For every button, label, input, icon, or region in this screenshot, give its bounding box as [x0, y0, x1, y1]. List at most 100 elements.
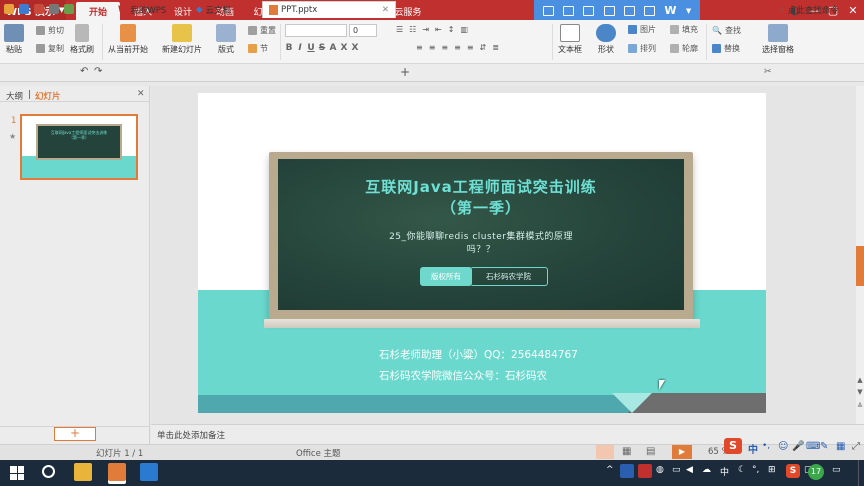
scroll-up-icon[interactable]: ▲	[856, 376, 864, 384]
sorter-view-icon[interactable]: ▦	[622, 446, 631, 457]
vertical-scrollbar[interactable]: ▲ ▼ ≙	[856, 86, 864, 424]
align-right-icon[interactable]: ≡	[441, 43, 448, 52]
arrange-button[interactable]: 排列	[628, 43, 656, 54]
print-icon[interactable]	[49, 4, 59, 14]
bullets-icon[interactable]: ☰	[396, 25, 403, 34]
cloud-icon[interactable]: ☁	[702, 465, 711, 475]
sogou-ime-icon[interactable]: S	[724, 438, 742, 454]
tray-expand-icon[interactable]: ^	[606, 465, 614, 475]
search-command[interactable]: ⌕ 点此查找命令	[774, 1, 845, 18]
section-button[interactable]: 节	[248, 43, 268, 54]
replace-button[interactable]: 替换	[712, 43, 740, 54]
bold-button[interactable]: B	[284, 43, 294, 53]
underline-button[interactable]: U	[306, 43, 316, 53]
find-button[interactable]: 🔍 查找	[712, 25, 741, 36]
picture-button[interactable]: 图片	[628, 24, 656, 35]
skin-brush-icon[interactable]: ✎	[820, 441, 828, 452]
textbox-button[interactable]: 文本框	[558, 24, 582, 55]
redo-icon[interactable]: ↷	[94, 66, 102, 77]
font-size-select[interactable]: 0	[349, 24, 377, 37]
reading-view-icon[interactable]: ▤	[646, 446, 655, 457]
direction-icon[interactable]: ⇵	[480, 43, 487, 52]
wps-tray-icon[interactable]	[620, 464, 634, 478]
new-doc-icon[interactable]	[562, 5, 574, 16]
italic-button[interactable]: I	[295, 43, 305, 53]
taskbar-ime[interactable]: 中	[720, 465, 729, 478]
scroll-down-icon[interactable]: ▼	[856, 388, 864, 396]
superscript-button[interactable]: X	[339, 43, 349, 53]
from-current-button[interactable]: 从当前开始	[108, 24, 148, 55]
subscript-button[interactable]: X	[350, 43, 360, 53]
wps-presentation-icon[interactable]	[108, 463, 126, 481]
shield-icon[interactable]: ◍	[656, 465, 664, 475]
slide[interactable]: 互联网Java工程师面试突击训练 （第一季） 25_你能聊聊redis clus…	[198, 93, 766, 413]
tab-cloud-doc[interactable]: ◆ 云文档	[190, 1, 237, 18]
columns-icon[interactable]: ▥	[460, 25, 468, 34]
numbering-icon[interactable]: ☷	[409, 25, 416, 34]
close-icon[interactable]: ✕	[382, 5, 389, 15]
keyboard-icon[interactable]: ⌨	[806, 441, 820, 452]
scroll-thumb[interactable]	[856, 246, 864, 286]
font-color-button[interactable]: A	[328, 43, 338, 53]
reset-button[interactable]: 重置	[248, 25, 276, 36]
archive-icon[interactable]	[623, 5, 635, 16]
ime-mode[interactable]: 中	[748, 441, 758, 456]
punctuation-icon[interactable]: •,	[762, 441, 770, 451]
outdent-icon[interactable]: ⇤	[435, 25, 442, 34]
wps-writer-icon[interactable]	[140, 463, 158, 481]
font-name-select[interactable]	[285, 24, 347, 37]
close-icon[interactable]: ✕	[137, 89, 145, 99]
voice-icon[interactable]: 🎤	[792, 441, 804, 452]
spacing-icon[interactable]: ↕	[448, 25, 455, 34]
page-up-icon[interactable]: ≙	[856, 402, 864, 410]
tab-file[interactable]: PPT.pptx ✕	[262, 1, 396, 18]
sogou-tray-icon[interactable]: S	[786, 464, 800, 478]
fill-button[interactable]: 填充	[670, 24, 698, 35]
justify-icon[interactable]: ≡	[454, 43, 461, 52]
indent-icon[interactable]: ⇥	[422, 25, 429, 34]
screen-icon[interactable]	[542, 5, 554, 16]
chevron-down-icon[interactable]: ▼	[686, 7, 691, 15]
save-icon[interactable]	[19, 4, 29, 14]
new-slide-button[interactable]: 新建幻灯片	[162, 24, 202, 55]
select-pane-button[interactable]: 选择窗格	[762, 24, 794, 55]
normal-view-button[interactable]	[596, 445, 614, 459]
tools-icon[interactable]: ✂	[764, 67, 772, 77]
start-button[interactable]	[10, 466, 24, 480]
volume-icon[interactable]: ◀	[686, 465, 693, 475]
folder-icon[interactable]	[603, 5, 615, 16]
close-button[interactable]: ✕	[846, 3, 860, 17]
strike-button[interactable]: S	[317, 43, 327, 53]
network-icon[interactable]: ▭	[672, 465, 681, 475]
badge-count[interactable]: 17	[808, 464, 824, 480]
toolbox-icon[interactable]: ▦	[836, 441, 845, 452]
cut-button[interactable]: 剪切	[36, 25, 64, 36]
search-circle-icon[interactable]	[42, 465, 55, 478]
open-icon[interactable]	[4, 4, 14, 14]
file-explorer-icon[interactable]	[74, 463, 92, 481]
copy-button[interactable]: 复制	[36, 43, 64, 54]
slide-thumbnail[interactable]: 互联网Java工程师面试突击训练 （第一季）	[20, 114, 138, 180]
tray-grid-icon[interactable]: ⊞	[768, 465, 776, 475]
show-desktop-button[interactable]	[858, 460, 864, 486]
distribute-icon[interactable]: ≡	[467, 43, 474, 52]
align-left-icon[interactable]: ≡	[416, 43, 423, 52]
text-align-icon[interactable]: ≣	[492, 43, 499, 52]
image-icon[interactable]	[644, 5, 656, 16]
export-pdf-icon[interactable]	[34, 4, 44, 14]
tray-punct-icon[interactable]: °,	[752, 465, 759, 475]
paste-button[interactable]: 粘贴	[4, 24, 24, 55]
tab-my-wps[interactable]: W 我的WPS	[112, 1, 172, 18]
align-center-icon[interactable]: ≡	[429, 43, 436, 52]
checkbox-icon[interactable]	[583, 5, 595, 16]
moon-icon[interactable]: ☾	[738, 465, 746, 475]
action-center-icon[interactable]: ▭	[832, 465, 841, 475]
wps-w-icon[interactable]: W	[664, 4, 676, 17]
tray-app-icon[interactable]	[638, 464, 652, 478]
play-slideshow-button[interactable]: ▶	[672, 445, 692, 459]
emoji-icon[interactable]: ☺	[778, 441, 788, 452]
format-painter-button[interactable]: 格式刷	[70, 24, 94, 55]
layout-button[interactable]: 版式	[216, 24, 236, 55]
preview-icon[interactable]	[64, 4, 74, 14]
fit-window-icon[interactable]: ⤢	[852, 441, 860, 452]
